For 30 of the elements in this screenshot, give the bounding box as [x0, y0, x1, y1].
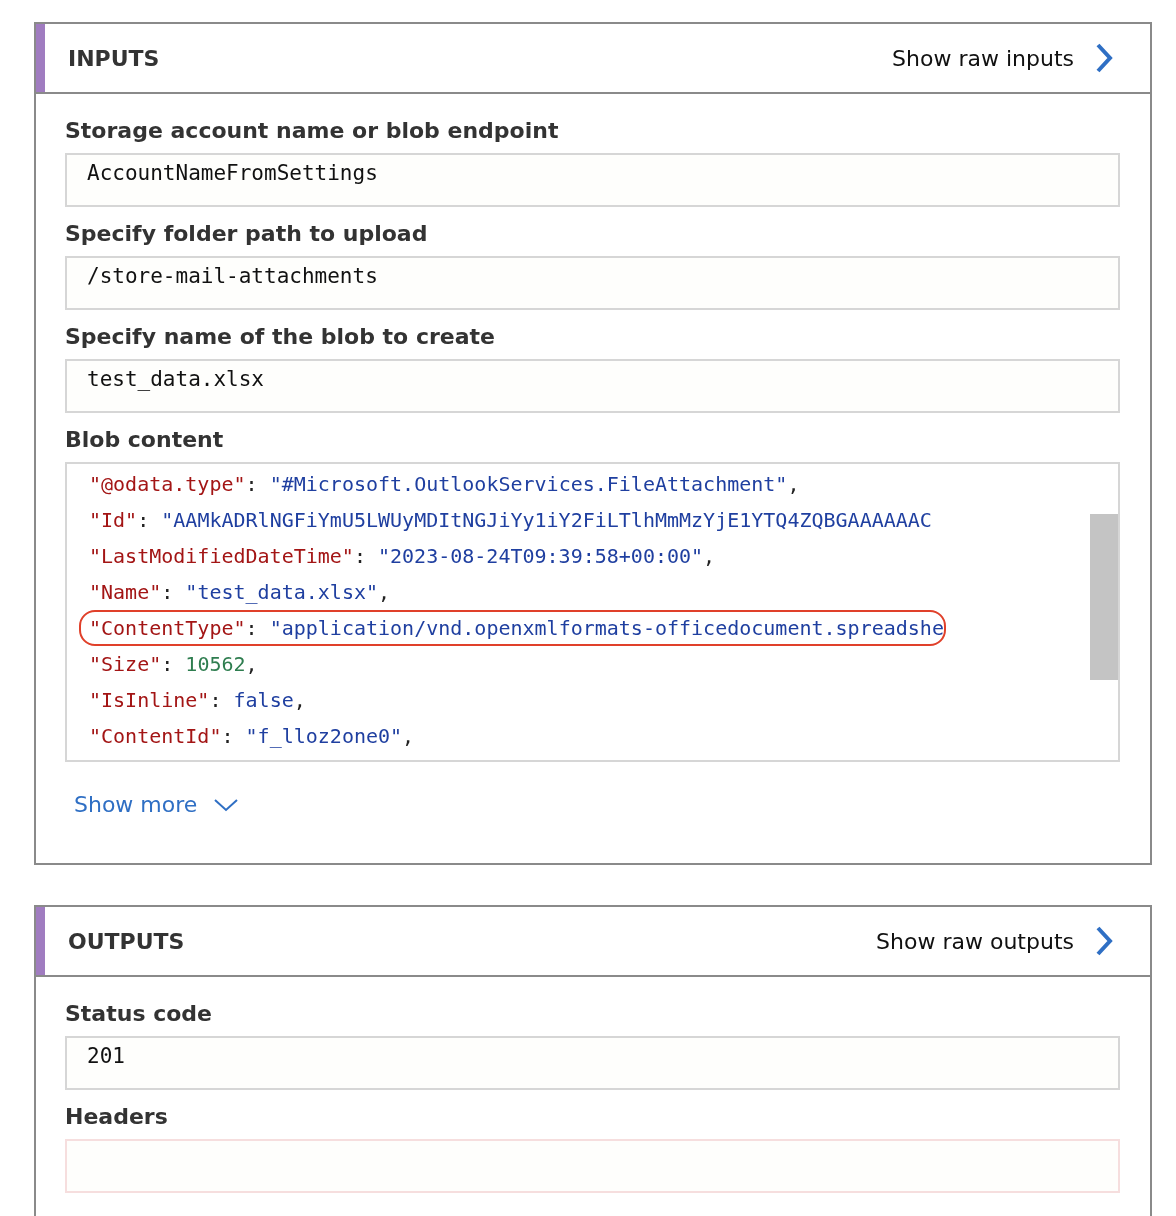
- code-line: "Name": "test_data.xlsx",: [88, 579, 392, 606]
- show-more-link[interactable]: Show more: [74, 792, 198, 817]
- code-line: "LastModifiedDateTime": "2023-08-24T09:39:58+00:00",: [88, 543, 717, 570]
- highlighted-code-line: "ContentType": "application/vnd.openxmlformats-officedocument.spreadshe: [79, 610, 946, 646]
- code-line: "ContentId": "f_lloz2one0",: [88, 723, 416, 750]
- chevron-right-icon[interactable]: [1094, 42, 1114, 74]
- input-field[interactable]: test_data.xlsx: [65, 359, 1120, 413]
- code-editor[interactable]: [65, 462, 1120, 762]
- field-label: Status code: [65, 1001, 213, 1026]
- code-line: "Size": 10562,: [88, 651, 259, 678]
- field-label: Blob content: [65, 427, 225, 452]
- code-line: "Id": "AAMkADRlNGFiYmU5LWUyMDItNGJiYy1iY2FiLTlhMmMzYjE1YTQ4ZQBGAAAAAAC: [88, 507, 933, 534]
- code-line: "IsInline": false,: [88, 687, 307, 714]
- field-label: Storage account name or blob endpoint: [65, 118, 560, 143]
- input-field[interactable]: AccountNameFromSettings: [65, 153, 1120, 207]
- field-label: Specify folder path to upload: [65, 221, 429, 246]
- section-title: OUTPUTS: [68, 928, 186, 954]
- code-line: "@odata.type": "#Microsoft.OutlookServices.FileAttachment",: [88, 471, 801, 498]
- input-field[interactable]: [65, 1139, 1120, 1193]
- field-label: Specify name of the blob to create: [65, 324, 496, 349]
- field-label: Headers: [65, 1104, 169, 1129]
- show-raw-link[interactable]: Show raw inputs: [892, 45, 1074, 71]
- input-field[interactable]: /store-mail-attachments: [65, 256, 1120, 310]
- accent-bar: [36, 24, 45, 92]
- chevron-down-icon[interactable]: [213, 796, 240, 813]
- section-title: INPUTS: [68, 45, 161, 71]
- accent-bar: [36, 907, 45, 975]
- show-raw-link[interactable]: Show raw outputs: [876, 928, 1074, 954]
- chevron-right-icon[interactable]: [1094, 925, 1114, 957]
- input-field[interactable]: 201: [65, 1036, 1120, 1090]
